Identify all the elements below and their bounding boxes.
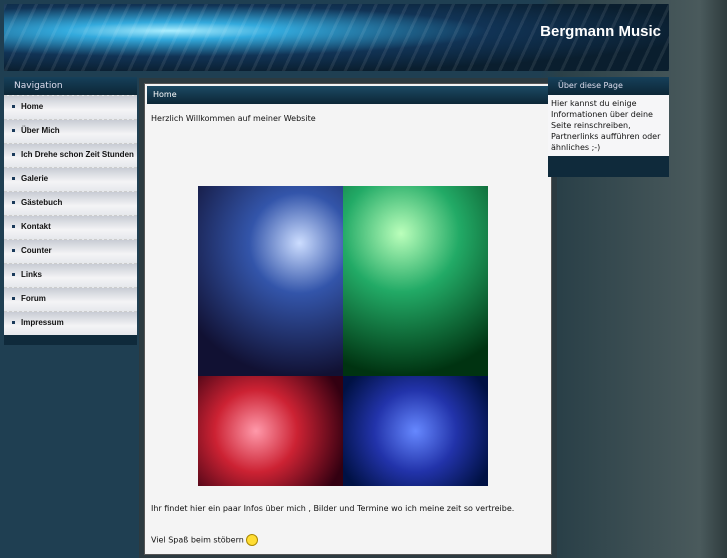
nav-item-impressum[interactable]: Impressum bbox=[4, 311, 137, 335]
nav-item-galerie[interactable]: Galerie bbox=[4, 167, 137, 191]
nav-item-label: Kontakt bbox=[21, 222, 51, 231]
bullet-icon bbox=[12, 129, 15, 133]
nav-item-label: Über Mich bbox=[21, 126, 60, 135]
closing-text: Viel Spaß beim stöbern bbox=[151, 534, 259, 546]
nav-item-forum[interactable]: Forum bbox=[4, 287, 137, 311]
bullet-icon bbox=[12, 273, 15, 277]
about-heading: Über diese Page bbox=[548, 77, 669, 95]
welcome-text: Herzlich Willkommen auf meiner Website bbox=[151, 114, 316, 123]
info-text: Ihr findet hier ein paar Infos über mich… bbox=[151, 504, 515, 513]
bullet-icon bbox=[12, 297, 15, 301]
nav-item-links[interactable]: Links bbox=[4, 263, 137, 287]
nav-item-home[interactable]: Home bbox=[4, 95, 137, 119]
nav-item-label: Forum bbox=[21, 294, 46, 303]
smiley-icon bbox=[246, 534, 259, 546]
main-content: Home Herzlich Willkommen auf meiner Webs… bbox=[139, 78, 557, 558]
bullet-icon bbox=[12, 201, 15, 205]
bullet-icon bbox=[12, 105, 15, 109]
nav-item-label: Ich Drehe schon Zeit Stunden bbox=[21, 150, 134, 159]
about-text: Hier kannst du einige Informationen über… bbox=[548, 95, 669, 156]
about-panel: Über diese Page Hier kannst du einige In… bbox=[548, 77, 669, 177]
nav-item--ber-mich[interactable]: Über Mich bbox=[4, 119, 137, 143]
bullet-icon bbox=[12, 177, 15, 181]
nav-item-label: Home bbox=[21, 102, 44, 111]
page-heading: Home bbox=[147, 86, 549, 104]
nav-item-ich-drehe-schon-zeit-stunden[interactable]: Ich Drehe schon Zeit Stunden bbox=[4, 143, 137, 167]
nav-item-label: Impressum bbox=[21, 318, 64, 327]
nav-item-label: Gästebuch bbox=[21, 198, 63, 207]
bullet-icon bbox=[12, 321, 15, 325]
nav-item-counter[interactable]: Counter bbox=[4, 239, 137, 263]
nav-item-g-stebuch[interactable]: Gästebuch bbox=[4, 191, 137, 215]
header-banner: Bergmann Music bbox=[4, 4, 669, 71]
nav-item-label: Counter bbox=[21, 246, 52, 255]
nav-item-kontakt[interactable]: Kontakt bbox=[4, 215, 137, 239]
nav-item-label: Galerie bbox=[21, 174, 49, 183]
site-title: Bergmann Music bbox=[540, 23, 661, 40]
bullet-icon bbox=[12, 249, 15, 253]
drummer-photo-collage bbox=[198, 186, 488, 486]
nav-item-label: Links bbox=[21, 270, 42, 279]
bullet-icon bbox=[12, 225, 15, 229]
navigation-heading: Navigation bbox=[4, 77, 137, 95]
bullet-icon bbox=[12, 153, 15, 157]
navigation-panel: Navigation Home Über Mich Ich Drehe schon … bbox=[4, 77, 137, 345]
